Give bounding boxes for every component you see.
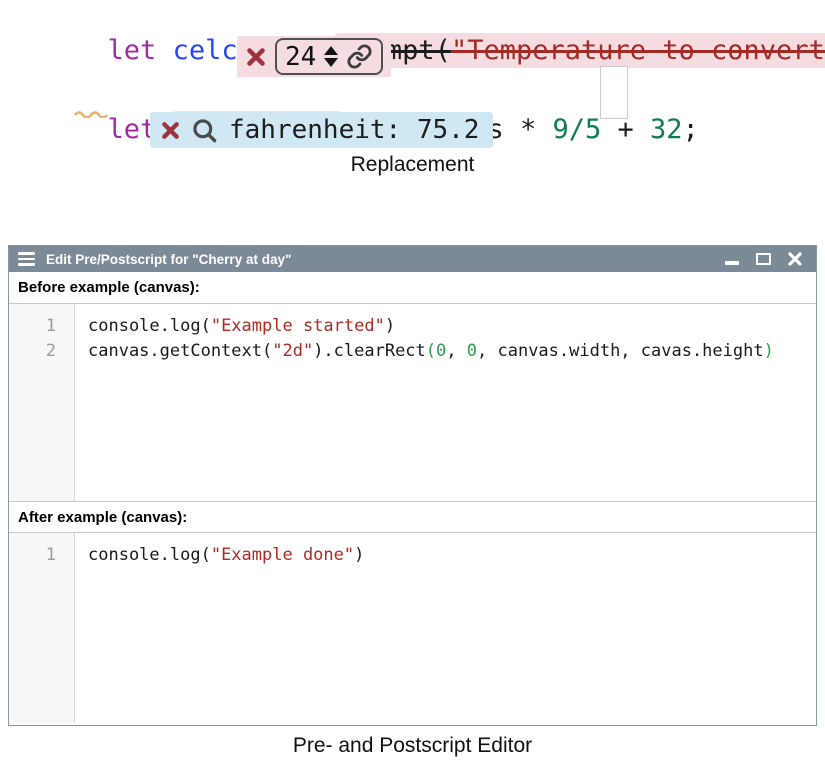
minimize-icon[interactable]: [725, 261, 739, 265]
paren-token: (: [426, 341, 436, 361]
paren-token: ): [764, 341, 774, 361]
stepper-spin-buttons[interactable]: [324, 46, 338, 67]
code-token: console.log(: [88, 316, 211, 336]
number-token: 0: [436, 341, 446, 361]
window-title: Edit Pre/Postscript for "Cherry at day": [46, 252, 291, 267]
magnifier-icon: [191, 117, 218, 144]
code-token: console.log(: [88, 545, 211, 565]
semicolon: ;: [683, 114, 699, 145]
x-icon: [161, 121, 180, 140]
chain-link-icon: [346, 43, 373, 70]
remove-probe-button[interactable]: [161, 121, 180, 140]
replacement-stepper-widget: 24: [237, 36, 391, 77]
window-titlebar[interactable]: Edit Pre/Postscript for "Cherry at day": [9, 246, 816, 272]
prepostscript-editor-window: Edit Pre/Postscript for "Cherry at day" …: [8, 245, 817, 726]
code-token: ): [354, 545, 364, 565]
line-number: 1: [9, 314, 56, 339]
code-token: , canvas.width, cavas.height: [477, 341, 764, 361]
code-line: canvas.getContext("2d").clearRect(0, 0, …: [88, 339, 816, 364]
number-token: 0: [467, 341, 477, 361]
deleted-expression: prompt("Temperature to convert:"): [335, 33, 825, 68]
before-example-editor: 1 2 console.log("Example started") canva…: [9, 304, 816, 501]
code-line: console.log("Example done"): [88, 543, 816, 568]
hamburger-icon[interactable]: [18, 252, 35, 266]
code-token: ,: [446, 341, 466, 361]
figure-caption-replacement: Replacement: [0, 153, 825, 177]
figure-caption-editor: Pre- and Postscript Editor: [0, 734, 825, 758]
screenshot-root: let celcius = prompt("Temperature to con…: [0, 0, 825, 773]
close-icon: [788, 252, 802, 266]
keyword-let: let: [108, 35, 173, 66]
before-code-area[interactable]: console.log("Example started") canvas.ge…: [75, 304, 816, 501]
link-value-button[interactable]: [346, 43, 373, 70]
string-token: "Example done": [211, 545, 354, 565]
window-controls: [725, 252, 807, 266]
probe-search-button[interactable]: [191, 117, 218, 144]
code-line: console.log("Example started"): [88, 314, 816, 339]
number-literal: 32: [650, 114, 683, 145]
number-stepper[interactable]: 24: [275, 38, 383, 75]
empty-widget-box: [600, 66, 628, 119]
deleted-string-literal: "Temperature to convert:": [451, 35, 825, 66]
line-number: 2: [9, 339, 56, 364]
code-token: ).clearRect: [313, 341, 426, 361]
before-example-label: Before example (canvas):: [9, 272, 816, 304]
x-icon: [246, 47, 266, 67]
after-example-editor: 1 console.log("Example done"): [9, 533, 816, 723]
line-number: 1: [9, 543, 56, 568]
triangle-down-icon[interactable]: [324, 58, 338, 67]
remove-replacement-button[interactable]: [246, 47, 266, 67]
triangle-up-icon[interactable]: [324, 46, 338, 55]
line-number-gutter: 1 2: [9, 304, 75, 501]
after-code-area[interactable]: console.log("Example done"): [75, 533, 816, 723]
line-number-gutter: 1: [9, 533, 75, 723]
after-example-label: After example (canvas):: [9, 501, 816, 533]
probe-value: fahrenheit: 75.2: [229, 115, 479, 145]
probe-widget: fahrenheit: 75.2: [150, 112, 493, 148]
string-token: "2d": [272, 341, 313, 361]
code-token: canvas.getContext(: [88, 341, 272, 361]
code-token: ): [385, 316, 395, 336]
maximize-icon[interactable]: [756, 253, 771, 265]
spellcheck-squiggle: [74, 110, 110, 118]
number-literal: 9/5: [552, 114, 601, 145]
close-button[interactable]: [788, 252, 802, 266]
stepper-value[interactable]: 24: [285, 42, 316, 72]
string-token: "Example started": [211, 316, 385, 336]
